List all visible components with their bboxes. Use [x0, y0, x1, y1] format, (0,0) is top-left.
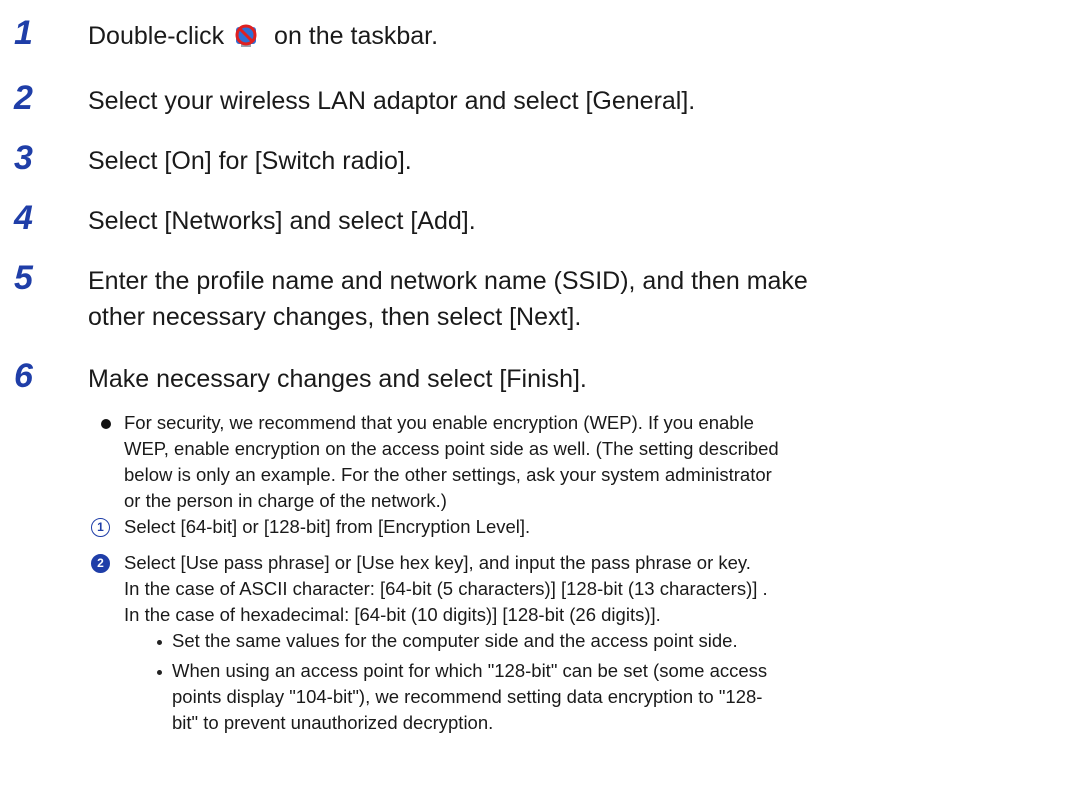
- bullet-icon: [101, 419, 111, 429]
- sub-bullet-1: Set the same values for the computer sid…: [172, 628, 738, 654]
- sub-bullet-line: Set the same values for the computer sid…: [172, 630, 738, 651]
- step-number: 5: [14, 259, 33, 297]
- substep-line: In the case of hexadecimal: [64-bit (10 …: [124, 604, 661, 625]
- step-text-line: other necessary changes, then select [Ne…: [88, 303, 582, 331]
- small-bullet-icon: [157, 670, 162, 675]
- step-number: 4: [14, 199, 33, 237]
- step-number: 1: [14, 14, 33, 52]
- security-note: For security, we recommend that you enab…: [124, 410, 779, 514]
- step-text-after: on the taskbar.: [267, 22, 439, 50]
- step-text-line: Enter the profile name and network name …: [88, 267, 808, 295]
- note-line: WEP, enable encryption on the access poi…: [124, 438, 779, 459]
- sub-bullet-line: bit" to prevent unauthorized decryption.: [172, 712, 494, 733]
- note-line: or the person in charge of the network.): [124, 490, 447, 511]
- step-text: Make necessary changes and select [Finis…: [88, 365, 587, 393]
- sub-bullet-2: When using an access point for which "12…: [172, 658, 767, 736]
- substep-line: In the case of ASCII character: [64-bit …: [124, 578, 768, 599]
- sub-bullet-line: When using an access point for which "12…: [172, 660, 768, 681]
- step-text-before: Double-click: [88, 22, 232, 50]
- note-line: below is only an example. For the other …: [124, 464, 772, 485]
- note-line: For security, we recommend that you enab…: [124, 412, 754, 433]
- substep-2: Select [Use pass phrase] or [Use hex key…: [124, 550, 768, 628]
- step-text: Select [On] for [Switch radio].: [88, 147, 412, 175]
- substep-line: Select [Use pass phrase] or [Use hex key…: [124, 552, 751, 573]
- circled-number-icon: 2: [91, 554, 110, 573]
- small-bullet-icon: [157, 640, 162, 645]
- substep-line: Select [64-bit] or [128-bit] from [Encry…: [124, 516, 531, 537]
- sub-bullet-line: points display "104-bit"), we recommend …: [172, 686, 763, 707]
- wireless-disabled-tray-icon: [233, 22, 259, 47]
- step-text: Enter the profile name and network name …: [88, 263, 988, 335]
- step-number: 2: [14, 79, 33, 117]
- step-number: 6: [14, 357, 33, 395]
- step-number: 3: [14, 139, 33, 177]
- substep-1: Select [64-bit] or [128-bit] from [Encry…: [124, 514, 530, 540]
- circled-number-icon: 1: [91, 518, 110, 537]
- step-text: Select your wireless LAN adaptor and sel…: [88, 87, 696, 115]
- step-text: Double-click on the taskbar.: [88, 18, 988, 54]
- step-text: Select [Networks] and select [Add].: [88, 207, 476, 235]
